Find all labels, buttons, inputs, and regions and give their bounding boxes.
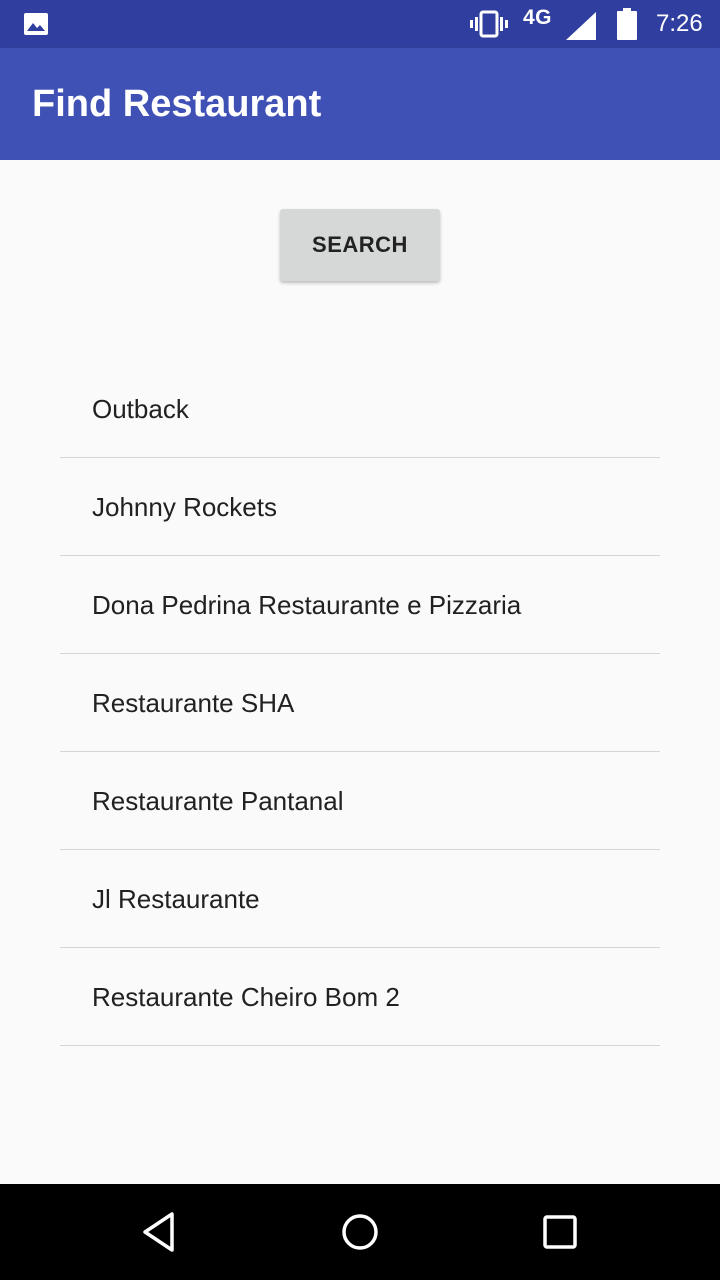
list-item[interactable]: Outback bbox=[60, 360, 660, 458]
status-clock: 7:26 bbox=[656, 10, 703, 37]
status-bar: 4G 7:26 bbox=[0, 0, 720, 48]
restaurant-name: Jl Restaurante bbox=[92, 884, 260, 914]
signal-icon bbox=[566, 12, 596, 40]
navigation-bar bbox=[0, 1184, 720, 1280]
list-item[interactable]: Johnny Rockets bbox=[60, 458, 660, 556]
battery-icon bbox=[617, 8, 637, 40]
recents-icon[interactable] bbox=[536, 1208, 584, 1256]
list-item[interactable]: Dona Pedrina Restaurante e Pizzaria bbox=[60, 556, 660, 654]
list-item[interactable]: Restaurante SHA bbox=[60, 654, 660, 752]
restaurant-name: Restaurante SHA bbox=[92, 688, 295, 718]
restaurant-name: Johnny Rockets bbox=[92, 492, 277, 522]
app-bar: Find Restaurant bbox=[0, 48, 720, 160]
network-type-label: 4G bbox=[523, 6, 553, 29]
main-content: SEARCH Outback Johnny Rockets Dona Pedri… bbox=[0, 160, 720, 1184]
restaurant-list: Outback Johnny Rockets Dona Pedrina Rest… bbox=[60, 360, 660, 1046]
home-icon[interactable] bbox=[336, 1208, 384, 1256]
restaurant-name: Restaurante Pantanal bbox=[92, 786, 344, 816]
back-icon[interactable] bbox=[136, 1208, 184, 1256]
restaurant-name: Outback bbox=[92, 394, 189, 424]
list-item[interactable]: Restaurante Cheiro Bom 2 bbox=[60, 948, 660, 1046]
list-item[interactable]: Jl Restaurante bbox=[60, 850, 660, 948]
restaurant-name: Restaurante Cheiro Bom 2 bbox=[92, 982, 400, 1012]
page-title: Find Restaurant bbox=[32, 83, 322, 125]
image-notification-icon bbox=[24, 13, 48, 35]
restaurant-name: Dona Pedrina Restaurante e Pizzaria bbox=[92, 590, 522, 620]
vibrate-icon bbox=[470, 10, 508, 38]
list-item[interactable]: Restaurante Pantanal bbox=[60, 752, 660, 850]
search-button[interactable]: SEARCH bbox=[280, 209, 440, 281]
